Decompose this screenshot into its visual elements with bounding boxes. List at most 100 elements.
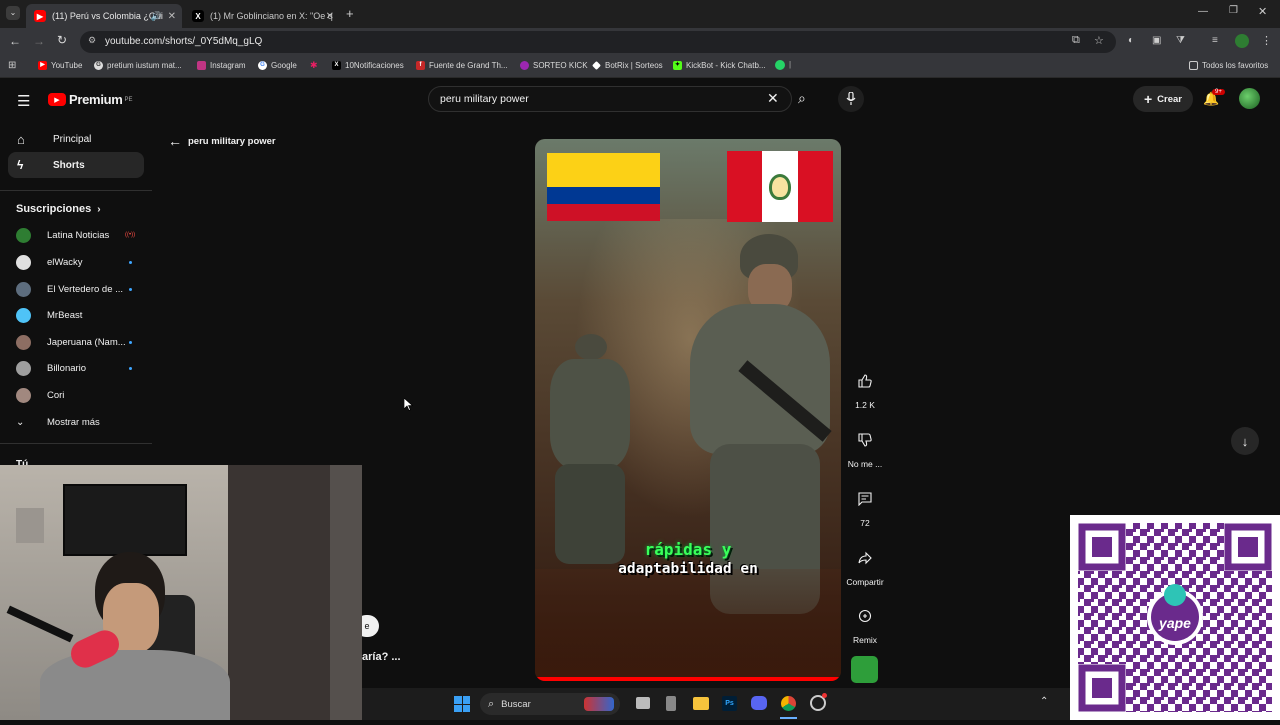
bookmark-instagram[interactable]: Instagram (197, 61, 246, 70)
windows-start-icon[interactable] (454, 696, 470, 712)
bookmark-botrix[interactable]: BotRix | Sorteos (592, 61, 663, 70)
tab-youtube[interactable]: ▶ (11) Perú vs Colombia ¿Qui 🔊 ✕ (26, 4, 182, 28)
chevron-up-icon[interactable]: ⌃ (1040, 696, 1048, 707)
restore-button[interactable]: ❐ (1229, 5, 1238, 16)
kickbot-icon: ✦ (673, 61, 682, 70)
arrow-down-icon: ↓ (1241, 433, 1249, 449)
extensions-icon[interactable]: ⧩ (1176, 35, 1185, 46)
search-icon: ⌕ (488, 697, 495, 710)
sidebar-item-shorts[interactable]: ϟ Shorts (8, 152, 144, 178)
close-tab-icon[interactable]: ✕ (168, 11, 176, 22)
new-content-dot (129, 261, 132, 264)
all-bookmarks[interactable]: Todos los favoritos (1189, 61, 1268, 70)
avatar (16, 307, 31, 323)
region-code: PE (124, 96, 133, 103)
bookmark-sorteo-kick[interactable]: SORTEO KICK (520, 61, 588, 70)
caption-line-2: adaptabilidad en (618, 561, 758, 577)
bookmark-google[interactable]: G Google (258, 61, 297, 70)
home-icon: ⌂ (17, 131, 25, 147)
share-button[interactable]: Compartir (840, 543, 890, 587)
reload-icon[interactable]: ↻ (57, 33, 67, 47)
youtube-play-icon: ▶ (48, 93, 66, 106)
dislike-button[interactable]: No me ... (846, 425, 884, 469)
subscription-item[interactable]: Japeruana (Nam... (16, 332, 126, 352)
address-bar[interactable]: ⚙ youtube.com/shorts/_0Y5dMq_gLQ ⧉ ☆ (80, 31, 1116, 53)
install-icon[interactable]: ⧉ (1072, 34, 1080, 47)
new-tab-button[interactable]: + (346, 6, 354, 21)
forward-icon[interactable]: → (33, 34, 45, 48)
file-explorer-icon[interactable] (693, 697, 709, 710)
subscription-item[interactable]: elWacky (16, 252, 83, 272)
create-button[interactable]: + Crear (1133, 86, 1193, 112)
app-icon[interactable] (666, 696, 676, 711)
microphone-icon (846, 92, 856, 105)
minimize-button[interactable]: — (1198, 6, 1208, 17)
site-info-icon[interactable]: ⚙ (88, 35, 96, 46)
remix-button[interactable]: Remix (846, 601, 884, 645)
short-video-player[interactable]: rápidas y adaptabilidad en (535, 139, 841, 681)
bookmark-separator: | (789, 60, 792, 69)
tab-search-icon[interactable]: ⌄ (6, 6, 20, 20)
whatsapp-icon[interactable] (775, 60, 785, 70)
rocky-ground (535, 569, 841, 681)
subscription-item[interactable]: Cori (16, 385, 64, 405)
account-avatar[interactable] (1239, 88, 1260, 109)
menu-icon[interactable]: ⋮ (1261, 34, 1272, 47)
progress-bar[interactable] (535, 677, 841, 681)
folder-icon (1189, 61, 1198, 70)
remix-label: Remix (852, 635, 878, 645)
subscription-item[interactable]: El Vertedero de ... (16, 279, 123, 299)
extension-icon[interactable]: ◐ (1128, 35, 1134, 46)
chrome-icon[interactable] (780, 695, 797, 712)
subscription-item[interactable]: MrBeast (16, 305, 82, 325)
taskbar-search[interactable]: ⌕ Buscar (480, 693, 620, 715)
next-video-button[interactable]: ↓ (1231, 427, 1259, 455)
youtube-favicon-icon: ▶ (34, 10, 46, 22)
bookmark-kickbot[interactable]: ✦ KickBot - Kick Chatb... (673, 61, 766, 70)
guide-menu-icon[interactable]: ☰ (17, 92, 30, 110)
webcam-overlay (0, 465, 362, 720)
clear-search-icon[interactable]: ✕ (767, 90, 779, 107)
search-highlight-icon (584, 697, 614, 711)
bookmark-star-icon[interactable]: ☆ (1094, 34, 1104, 47)
subscriptions-header[interactable]: Suscripciones › (16, 203, 101, 215)
subscription-item[interactable]: Latina Noticias (16, 225, 109, 245)
audio-icon[interactable]: 🔊 (151, 11, 162, 22)
video-title-partial: aría? ... (362, 651, 401, 663)
voice-search-button[interactable] (838, 86, 864, 112)
close-tab-icon[interactable]: ✕ (326, 11, 334, 22)
share-icon (858, 551, 872, 565)
bookmark-pretium[interactable]: Gpretium iustum mat... (94, 61, 182, 70)
apps-icon[interactable]: ⊞ (8, 60, 16, 71)
comments-button[interactable]: 72 (846, 484, 884, 528)
search-box[interactable]: peru military power ✕ (428, 86, 792, 112)
sound-thumbnail[interactable] (851, 656, 878, 683)
photoshop-icon[interactable]: Ps (722, 696, 737, 711)
task-view-icon[interactable] (636, 697, 650, 709)
notification-dot (822, 693, 827, 698)
active-app-indicator (780, 717, 797, 719)
avatar (16, 360, 31, 376)
search-back-link[interactable]: ← peru military power (168, 133, 276, 149)
tab-title: (1) Mr Goblinciano en X: "Oe q (210, 11, 333, 21)
pinwheel-icon[interactable]: ✱ (310, 60, 318, 71)
avatar (16, 334, 31, 350)
bookmark-grand-theft[interactable]: f Fuente de Grand Th... (416, 61, 508, 70)
search-icon[interactable]: ⌕ (798, 90, 806, 107)
sidebar-item-principal[interactable]: ⌂ Principal (8, 126, 144, 152)
tab-x[interactable]: X (1) Mr Goblinciano en X: "Oe q ✕ (184, 4, 340, 28)
dislike-label: No me ... (847, 459, 883, 469)
profile-avatar[interactable] (1235, 34, 1249, 48)
bookmark-10notificaciones[interactable]: X 10Notificaciones (332, 61, 404, 70)
media-icon[interactable]: ≡ (1212, 35, 1218, 46)
close-window-button[interactable]: ✕ (1258, 5, 1267, 18)
bookmark-youtube[interactable]: ▶ YouTube (38, 61, 82, 70)
youtube-logo[interactable]: ▶ Premium PE (48, 92, 133, 107)
subscription-item[interactable]: Billonario (16, 358, 86, 378)
extension-icon[interactable]: ▣ (1152, 35, 1161, 46)
discord-icon[interactable] (751, 696, 767, 710)
like-button[interactable]: 1.2 K (846, 366, 884, 410)
show-more-button[interactable]: ⌄ Mostrar más (16, 412, 100, 432)
back-icon[interactable]: ← (9, 34, 21, 48)
search-input[interactable]: peru military power (440, 93, 529, 105)
